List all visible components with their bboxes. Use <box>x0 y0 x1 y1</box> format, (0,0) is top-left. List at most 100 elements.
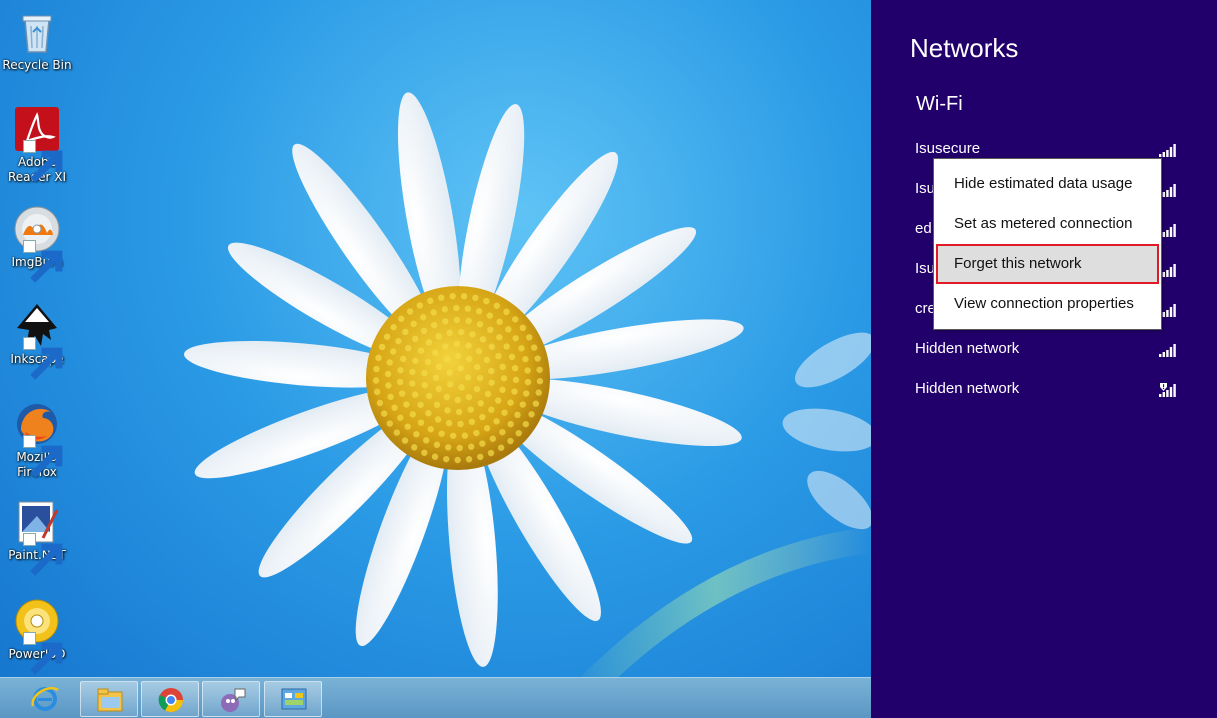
wallpaper-floret <box>503 308 510 316</box>
wallpaper-floret <box>438 430 445 437</box>
wallpaper-floret <box>411 391 419 398</box>
wallpaper-floret <box>412 335 419 343</box>
wallpaper-floret <box>534 355 541 362</box>
desktop-icon-recycle-bin[interactable]: Recycle Bin <box>2 8 72 73</box>
paint-net-icon <box>13 498 63 576</box>
network-name: Isu <box>915 180 936 197</box>
wallpaper-floret <box>514 411 521 419</box>
chrome-icon <box>158 688 183 713</box>
wallpaper-floret <box>525 334 533 341</box>
wallpaper-floret <box>453 304 460 312</box>
wallpaper-floret <box>454 352 462 360</box>
wallpaper-floret <box>443 393 451 401</box>
wallpaper-floret <box>499 363 506 371</box>
wallpaper-floret <box>427 426 434 433</box>
wallpaper-floret <box>391 404 398 411</box>
wallpaper-floret <box>507 437 514 445</box>
menu-item-hide-data-usage[interactable]: Hide estimated data usage <box>936 164 1159 204</box>
desktop-icon-label: Recycle Bin <box>2 58 72 72</box>
wallpaper-floret <box>453 340 461 348</box>
wallpaper-floret <box>454 456 461 464</box>
desktop-icon-poweriso[interactable]: PowerISO <box>2 597 72 675</box>
wallpaper-floret <box>409 380 416 387</box>
wallpaper-floret <box>385 382 392 389</box>
menu-item-forget-network[interactable]: Forget this network <box>936 244 1159 284</box>
wallpaper-floret <box>378 343 386 351</box>
network-item-hidden[interactable]: Hidden network <box>915 334 1177 364</box>
shortcut-arrow-icon <box>23 435 63 478</box>
network-name: ed <box>915 220 932 237</box>
wallpaper-floret <box>412 357 419 364</box>
taskbar-internet-explorer[interactable] <box>16 681 74 717</box>
wallpaper-floret <box>446 329 453 336</box>
wifi-heading: Wi-Fi <box>916 93 963 115</box>
wallpaper-floret <box>456 444 463 452</box>
wallpaper-floret <box>507 399 514 406</box>
wallpaper-floret <box>421 449 428 456</box>
wallpaper-floret <box>457 365 464 372</box>
wallpaper-floret <box>512 376 520 384</box>
wallpaper-floret <box>411 444 418 451</box>
panel-title: Networks <box>910 33 1019 63</box>
desktop-icon-firefox[interactable]: Mozilla Firefox <box>2 400 72 480</box>
wallpaper-floret <box>512 316 519 323</box>
wallpaper-floret <box>397 367 404 374</box>
wallpaper-floret <box>387 393 394 401</box>
network-item-hidden-secured[interactable]: Hidden network <box>915 374 1177 404</box>
inkscape-icon <box>13 302 63 380</box>
wallpaper-floret <box>494 397 502 404</box>
wallpaper-floret <box>425 392 433 400</box>
file-explorer-icon <box>97 688 123 712</box>
wallpaper-floret <box>455 408 463 416</box>
wallpaper-floret <box>465 456 473 463</box>
desktop-wallpaper[interactable]: Recycle Bin Adobe Reader XI ImgBurn Inks… <box>0 0 871 718</box>
wallpaper-floret <box>488 343 495 350</box>
menu-item-set-metered[interactable]: Set as metered connection <box>936 204 1159 244</box>
wallpaper-floret <box>479 413 486 421</box>
taskbar-chrome[interactable] <box>141 681 199 717</box>
wallpaper-floret <box>507 420 514 428</box>
wallpaper-floret <box>443 455 450 463</box>
wallpaper-floret <box>432 374 440 382</box>
wallpaper-floret <box>476 321 484 328</box>
wallpaper-floret <box>404 423 411 430</box>
taskbar-control-panel[interactable] <box>264 681 322 717</box>
desktop-icon-paint-net[interactable]: Paint.NET <box>2 498 72 576</box>
taskbar-file-explorer[interactable] <box>80 681 138 717</box>
wallpaper-floret <box>390 324 397 331</box>
wallpaper-floret <box>501 409 508 416</box>
desktop-icon-imgburn[interactable]: ImgBurn <box>2 205 72 283</box>
wallpaper-floret <box>435 333 442 340</box>
wallpaper-floret <box>536 378 544 385</box>
pidgin-icon <box>221 688 246 712</box>
shortcut-arrow-icon <box>23 140 63 183</box>
menu-item-view-properties[interactable]: View connection properties <box>936 284 1159 324</box>
wallpaper-floret <box>483 297 490 305</box>
wallpaper-floret <box>424 358 432 366</box>
firefox-icon <box>13 400 63 478</box>
wallpaper-floret <box>488 406 495 413</box>
wallpaper-floret <box>496 334 503 341</box>
wallpaper-floret <box>434 416 442 423</box>
wallpaper-floret <box>465 393 473 401</box>
wallpaper-floret <box>430 309 437 316</box>
wallpaper-floret <box>465 355 473 363</box>
wallpaper-floret <box>468 443 475 450</box>
wallpaper-floret <box>400 355 407 363</box>
wallpaper-floret <box>446 369 453 376</box>
taskbar-pidgin[interactable] <box>202 681 260 717</box>
desktop-icon-inkscape[interactable]: Inkscape <box>2 302 72 380</box>
wallpaper-floret <box>508 353 516 361</box>
wallpaper-floret <box>390 348 397 355</box>
wallpaper-floret <box>402 328 409 336</box>
wallpaper-floret <box>528 411 535 418</box>
wallpaper-floret <box>435 363 443 371</box>
wallpaper-floret <box>454 396 462 404</box>
wallpaper-floret <box>499 428 506 436</box>
desktop-icon-adobe-reader[interactable]: Adobe Reader XI <box>2 105 72 185</box>
network-context-menu: Hide estimated data usage Set as metered… <box>933 158 1162 330</box>
wallpaper-floret <box>522 420 529 428</box>
wallpaper-floret <box>444 444 452 451</box>
wallpaper-floret <box>469 331 476 338</box>
wallpaper-floret <box>393 429 401 436</box>
